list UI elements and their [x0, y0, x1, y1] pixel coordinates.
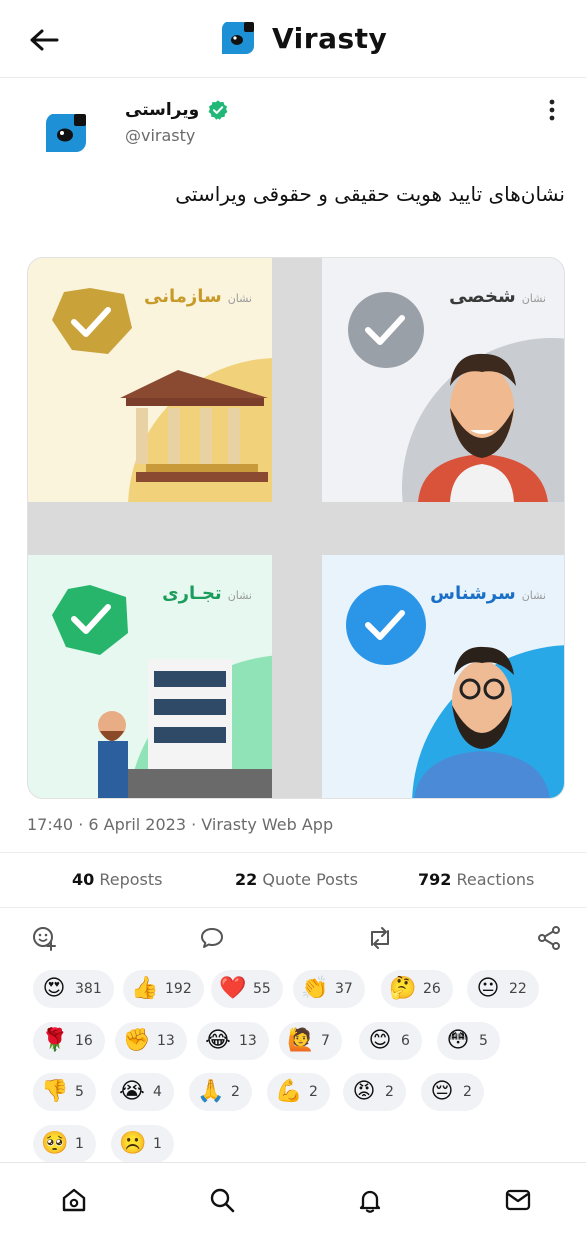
post-time: 17:40	[27, 815, 74, 834]
reaction-chip[interactable]: 💪 2	[267, 1073, 330, 1111]
nav-home[interactable]	[59, 1185, 89, 1215]
post-meta: 17:40 · 6 April 2023 · Virasty Web App	[27, 815, 334, 834]
home-icon	[62, 1188, 86, 1212]
more-options-button[interactable]	[537, 96, 567, 124]
post-source[interactable]: Virasty Web App	[201, 815, 333, 834]
tile-label-organization: نشان سازمانی	[143, 286, 252, 307]
post-actions	[0, 918, 586, 958]
reaction-chip[interactable]: ☹️ 1	[111, 1125, 174, 1163]
search-icon	[210, 1188, 235, 1213]
verified-badge-icon	[208, 100, 228, 120]
virasty-logo-icon	[221, 22, 254, 54]
post-stats: 40 Reposts 22 Quote Posts 792 Reactions	[0, 852, 586, 908]
reaction-chip[interactable]: 👏 37	[293, 970, 365, 1008]
repost-button[interactable]	[366, 924, 394, 952]
avatar[interactable]	[40, 108, 92, 160]
post-text: نشان‌های تایید هویت حقیقی و حقوقی ویراست…	[175, 182, 565, 206]
reaction-chip[interactable]: 🤔 26	[381, 970, 453, 1008]
arrow-left-icon	[30, 29, 59, 51]
notifications-icon	[359, 1190, 381, 1213]
reaction-chip[interactable]: 😍 381	[33, 970, 114, 1008]
share-icon	[538, 926, 560, 950]
author-block: ویراستی @virasty	[125, 96, 229, 145]
reaction-chip[interactable]: 🥺 1	[33, 1125, 96, 1163]
reaction-chip[interactable]: 🙏 2	[189, 1073, 252, 1111]
brand-name: Virasty	[272, 21, 388, 55]
reaction-chip[interactable]: 😭 4	[111, 1073, 174, 1111]
reaction-chip[interactable]: ❤️ 55	[211, 970, 283, 1008]
comment-icon	[201, 928, 223, 948]
brand[interactable]: Virasty	[218, 16, 387, 60]
reaction-chip[interactable]: 😊 6	[359, 1022, 422, 1060]
quote-posts-stat[interactable]: 22 Quote Posts	[235, 870, 358, 889]
messages-icon	[505, 1189, 531, 1211]
author-handle[interactable]: @virasty	[125, 126, 229, 145]
reaction-chip[interactable]: 🌹 16	[33, 1022, 105, 1060]
reaction-chip[interactable]: 😐 22	[467, 970, 539, 1008]
badge-tile-organization: نشان سازمانی	[28, 258, 272, 502]
tile-label-celebrity: نشان سرشناس	[430, 583, 546, 604]
nav-messages[interactable]	[503, 1185, 533, 1215]
add-reaction-icon	[33, 927, 56, 951]
more-vertical-icon	[549, 99, 555, 121]
back-button[interactable]	[24, 20, 64, 60]
repost-icon	[371, 927, 389, 949]
reaction-chip[interactable]: 😔 2	[421, 1073, 484, 1111]
reaction-chip[interactable]: 😂 13	[197, 1022, 269, 1060]
reaction-chip[interactable]: 👎 5	[33, 1073, 96, 1111]
badge-tile-celebrity: نشان سرشناس	[322, 555, 564, 798]
add-reaction-button[interactable]	[30, 924, 58, 952]
share-button[interactable]	[535, 924, 563, 952]
bottom-navigation	[0, 1162, 586, 1235]
post-date: 6 April 2023	[88, 815, 187, 834]
tile-label-commercial: نشان تجـاری	[162, 583, 252, 604]
reaction-chip[interactable]: 👍 192	[123, 970, 204, 1008]
reactions-stat[interactable]: 792 Reactions	[418, 870, 534, 889]
reposts-stat[interactable]: 40 Reposts	[72, 870, 163, 889]
top-bar: Virasty	[0, 0, 586, 78]
nav-search[interactable]	[207, 1185, 237, 1215]
author-name[interactable]: ویراستی	[125, 100, 199, 120]
reaction-chip[interactable]: 😡 2	[343, 1073, 406, 1111]
reaction-chip[interactable]: 🙋 7	[279, 1022, 342, 1060]
tile-label-personal: نشان شخصی	[449, 286, 546, 307]
badge-tile-commercial: نشان تجـاری	[28, 555, 272, 798]
comment-button[interactable]	[198, 924, 226, 952]
reaction-chip[interactable]: ✊ 13	[115, 1022, 187, 1060]
badge-tile-personal: نشان شخصی	[322, 258, 564, 502]
nav-notifications[interactable]	[355, 1185, 385, 1215]
reaction-chip[interactable]: 😳 5	[437, 1022, 500, 1060]
post-media[interactable]: نشان سازمانی نشان شخصی نشان تجـاری نشان …	[27, 257, 565, 799]
